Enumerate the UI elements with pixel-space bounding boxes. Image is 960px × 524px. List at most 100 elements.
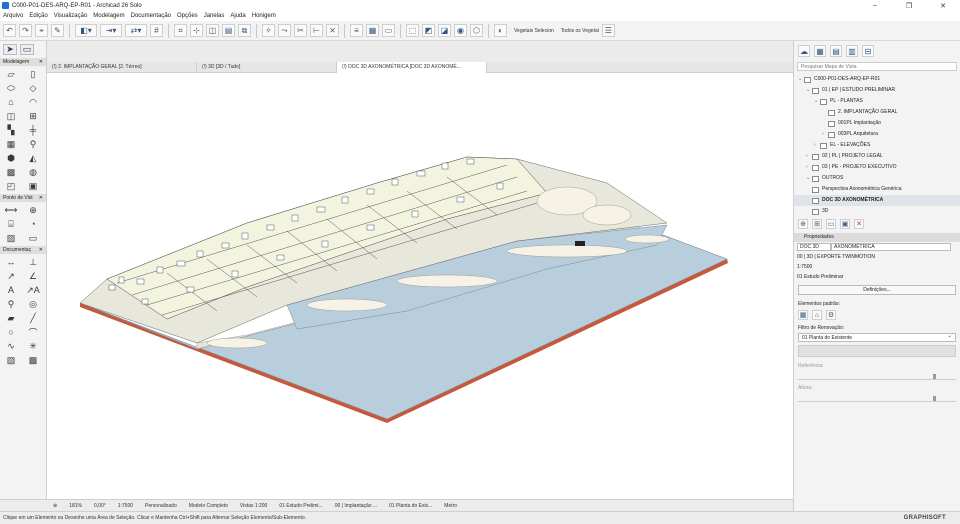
default-settings-icon[interactable]: ⚙ [826,310,836,320]
3d-viewport[interactable] [47,73,793,499]
inject-icon[interactable]: ✎ [51,24,64,37]
view-map-item[interactable]: 3D [794,206,960,217]
phase-option[interactable]: 01 Estudo Prelimi... [273,503,328,509]
fill-icon[interactable]: ▦ [366,24,379,37]
stair-tool-icon[interactable]: ▚ [4,124,18,136]
line-weight-icon[interactable]: ≡ [350,24,363,37]
undo-icon[interactable]: ↶ [3,24,16,37]
layer-filter-b[interactable]: Todos os Vegetai [561,28,599,34]
zone-tool-icon[interactable]: ▩ [4,166,18,178]
new-view-icon[interactable]: ⊕ [798,219,808,229]
redo-icon[interactable]: ↷ [19,24,32,37]
guide-icon[interactable]: ⊹ [190,24,203,37]
elevation-tool-icon[interactable]: ⊕ [26,204,40,216]
window-tool-icon[interactable]: ⊞ [26,110,40,122]
level-dimension-tool-icon[interactable]: ⊥ [26,256,40,268]
view-map-item[interactable]: › 003PL Arquitetura [794,129,960,140]
view-map-item[interactable]: ⌄ C000-P01-DES-ARQ-EP-R01 [794,74,960,85]
menu-visualizacao[interactable]: Visualização [54,13,88,19]
close-button[interactable]: ✕ [926,2,960,10]
view-id-field[interactable]: DOC 3D [797,243,831,251]
delete-view-icon[interactable]: ✕ [854,219,864,229]
layer-combo-icon[interactable]: ▤ [222,24,235,37]
menu-honigem[interactable]: Honigem [252,13,276,19]
altura-slider[interactable] [798,394,956,402]
project-map-icon[interactable]: ☁ [798,45,810,57]
model-view-option[interactable]: Modelo Completo [183,503,234,509]
organizer-icon[interactable]: ⊟ [862,45,874,57]
elevation-icon[interactable]: ◪ [438,24,451,37]
figure-tool-icon[interactable]: ▨ [4,354,18,366]
curtain-wall-tool-icon[interactable]: ▦ [4,138,18,150]
object-tool-icon[interactable]: ⚲ [26,138,40,150]
fill-tool-icon[interactable]: ▰ [4,312,18,324]
save-view-icon[interactable]: ▣ [840,219,850,229]
wall-tool-icon[interactable]: ▱ [4,68,18,80]
menu-ajuda[interactable]: Ajuda [230,13,245,19]
definitions-button[interactable]: Definições... [798,285,956,295]
split-icon[interactable]: ✂ [294,24,307,37]
beam-tool-icon[interactable]: ⬭ [4,82,18,94]
offset-icon[interactable]: ⤳ [278,24,291,37]
section-icon[interactable]: ◩ [422,24,435,37]
door-tool-icon[interactable]: ◫ [4,110,18,122]
layer-hide-icon[interactable]: ◐ [494,24,507,37]
view-map-item[interactable]: Perspectiva Axonométrica Genérica [794,184,960,195]
angle-dimension-tool-icon[interactable]: ∠ [26,270,40,282]
layer-filter-a[interactable]: Vegetais Selecion [514,28,554,34]
view-map-item[interactable]: ⌄ OUTROS [794,173,960,184]
menu-janelas[interactable]: Janelas [204,13,225,19]
pick-up-icon[interactable]: ⌖ [35,24,48,37]
drawing-tool-icon[interactable]: ▩ [26,354,40,366]
column-tool-icon[interactable]: ▯ [26,68,40,80]
railing-tool-icon[interactable]: ╪ [26,124,40,136]
label-tool-icon[interactable]: ↗A [26,284,40,296]
toolbox-section-documentacao[interactable]: Documentaç ✕ [0,246,46,254]
intersect-icon[interactable]: ⨯ [326,24,339,37]
roof-tool-icon[interactable]: ⌂ [4,96,18,108]
default-roof-icon[interactable]: ⌂ [812,310,822,320]
tab-doc-3d-axonometrica[interactable]: (!) DOC 3D AXONOMÉTRICA [DOC 3D AXONOMÉ.… [337,61,487,73]
shell-tool-icon[interactable]: ◠ [26,96,40,108]
morph-tool-icon[interactable]: ⬢ [4,152,18,164]
opening-tool-icon[interactable]: ▣ [26,180,40,192]
slab-tool-icon[interactable]: ◇ [26,82,40,94]
renovation-option[interactable]: 01 Planta do Exis... [383,503,438,509]
view-map-icon[interactable]: ▦ [814,45,826,57]
view-map-search[interactable]: Pesquisar Mapa de Vista [797,62,957,71]
toolbox-section-modelagem[interactable]: Modelagem ✕ [0,58,46,66]
view-map-item[interactable]: › 03 | PE - PROJETO EXECUTIVO [794,162,960,173]
arrow-select-icon[interactable]: ➤ [3,44,17,55]
skylight-tool-icon[interactable]: ◰ [4,180,18,192]
view-map-item[interactable]: 2. IMPLANTAÇÃO GERAL [794,107,960,118]
view-map-item[interactable]: ⌄ PL - PLANTAS [794,96,960,107]
view-name-field[interactable]: AXONOMÉTRICA [831,243,951,251]
teamwork-icon[interactable]: ⬡ [470,24,483,37]
text-tool-icon[interactable]: A [4,284,18,296]
pen-set[interactable]: Personalizado [139,503,183,509]
view-map-item[interactable]: › EL - ELEVAÇÕES [794,140,960,151]
dimension-tool-icon[interactable]: ↔ [4,256,18,268]
menu-opcoes[interactable]: Opções [177,13,198,19]
toolbox-section-ponto-de-vista[interactable]: Ponto de Vist ✕ [0,194,46,202]
grid-icon[interactable]: # [150,24,163,37]
view-map-item[interactable]: › 02 | PL | PROJETO LEGAL [794,151,960,162]
referencia-slider[interactable] [798,372,956,380]
adjust-icon[interactable]: ⊢ [310,24,323,37]
hotspot-tool-icon[interactable]: ✳ [26,340,40,352]
unit-option[interactable]: Metro [438,503,463,509]
polyline-tool-icon[interactable]: ⌒ [26,326,40,338]
interior-elevation-tool-icon[interactable]: ⌸ [4,218,18,230]
default-fill-icon[interactable]: ▦ [798,310,808,320]
layer-settings-icon[interactable]: ☰ [601,24,615,37]
line-tool-icon[interactable]: ╱ [26,312,40,324]
zone-stamp-tool-icon[interactable]: ⚲ [4,298,18,310]
scale-value[interactable]: 1:7500 [112,503,139,509]
layout-book-icon[interactable]: ▤ [830,45,842,57]
new-folder-icon[interactable]: ▭ [826,219,836,229]
detail-tool-icon[interactable]: ▨ [4,232,18,244]
lamp-tool-icon[interactable]: ◍ [26,166,40,178]
view-map-item[interactable]: DOC 3D AXONOMÉTRICA [794,195,960,206]
views-option[interactable]: Vistas 1:200 [234,503,273,509]
phase-row[interactable]: 01 Estudo Preliminar [794,272,960,282]
